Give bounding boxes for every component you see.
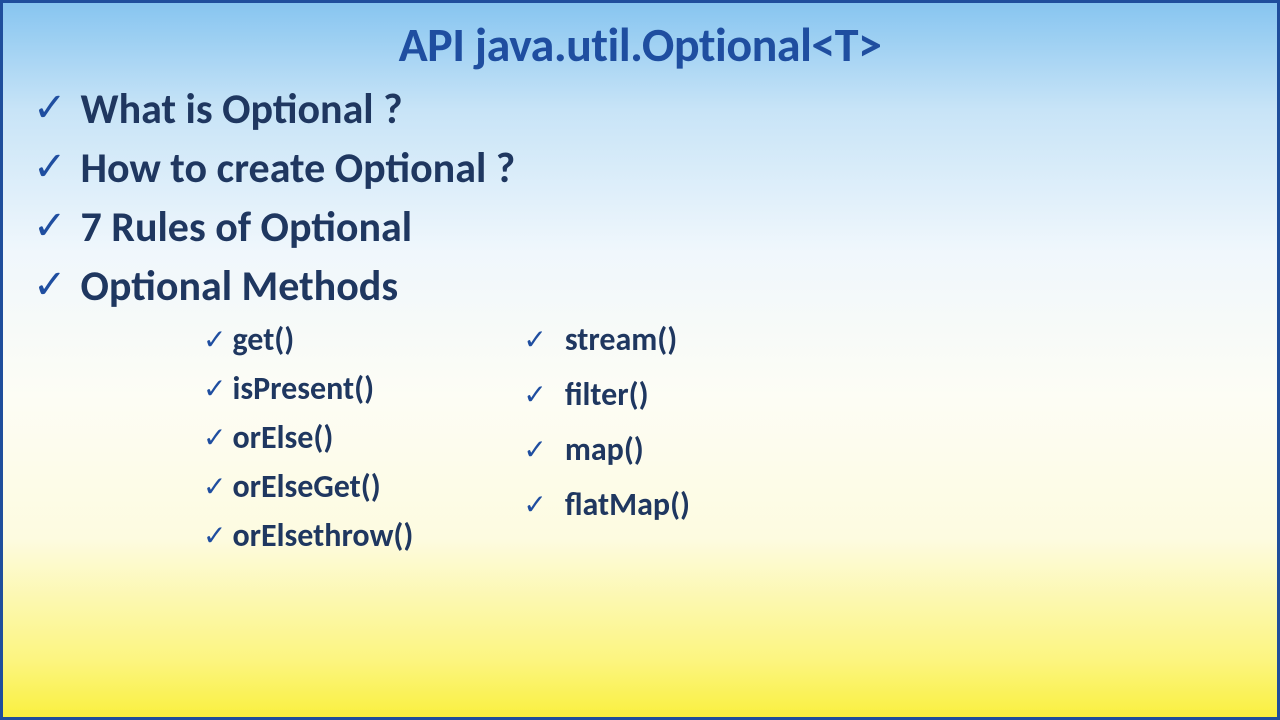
topics-list: ✓ What is Optional ? ✓ How to create Opt… — [23, 84, 1257, 312]
method-item: ✓ isPresent() — [203, 369, 413, 408]
methods-right-column: ✓ stream() ✓ filter() ✓ map() ✓ flatMap(… — [523, 320, 690, 565]
method-text: orElse() — [232, 418, 333, 457]
check-icon: ✓ — [33, 261, 67, 309]
method-item: ✓ orElseGet() — [203, 467, 413, 506]
method-item: ✓ orElse() — [203, 418, 413, 457]
method-item: ✓ orElsethrow() — [203, 516, 413, 555]
methods-left-column: ✓ get() ✓ isPresent() ✓ orElse() ✓ orEls… — [203, 320, 413, 565]
method-text: isPresent() — [232, 369, 374, 408]
check-icon: ✓ — [33, 84, 67, 132]
topic-text: 7 Rules of Optional — [81, 202, 413, 253]
method-text: flatMap() — [565, 485, 690, 524]
method-text: filter() — [565, 375, 649, 414]
method-item: ✓ stream() — [523, 320, 690, 359]
check-icon: ✓ — [33, 143, 67, 191]
check-icon: ✓ — [203, 323, 226, 357]
slide-title: API java.util.Optional<T> — [23, 15, 1257, 74]
method-text: stream() — [565, 320, 677, 359]
check-icon: ✓ — [203, 421, 226, 455]
check-icon: ✓ — [523, 433, 546, 467]
method-item: ✓ flatMap() — [523, 485, 690, 524]
slide-content: API java.util.Optional<T> ✓ What is Opti… — [0, 0, 1280, 720]
method-text: orElseGet() — [232, 467, 380, 506]
topic-item: ✓ What is Optional ? — [33, 84, 1257, 135]
topic-text: How to create Optional ? — [81, 143, 516, 194]
check-icon: ✓ — [523, 378, 546, 412]
check-icon: ✓ — [33, 202, 67, 250]
topic-item: ✓ 7 Rules of Optional — [33, 202, 1257, 253]
method-text: get() — [232, 320, 294, 359]
method-item: ✓ get() — [203, 320, 413, 359]
method-text: map() — [565, 430, 644, 469]
topic-item: ✓ Optional Methods — [33, 261, 1257, 312]
check-icon: ✓ — [203, 519, 226, 553]
topic-item: ✓ How to create Optional ? — [33, 143, 1257, 194]
method-item: ✓ map() — [523, 430, 690, 469]
check-icon: ✓ — [203, 470, 226, 504]
topic-text: Optional Methods — [81, 261, 399, 312]
method-item: ✓ filter() — [523, 375, 690, 414]
topic-text: What is Optional ? — [81, 84, 403, 135]
check-icon: ✓ — [523, 488, 546, 522]
method-text: orElsethrow() — [232, 516, 413, 555]
check-icon: ✓ — [203, 372, 226, 406]
check-icon: ✓ — [523, 323, 546, 357]
methods-container: ✓ get() ✓ isPresent() ✓ orElse() ✓ orEls… — [23, 320, 1257, 565]
